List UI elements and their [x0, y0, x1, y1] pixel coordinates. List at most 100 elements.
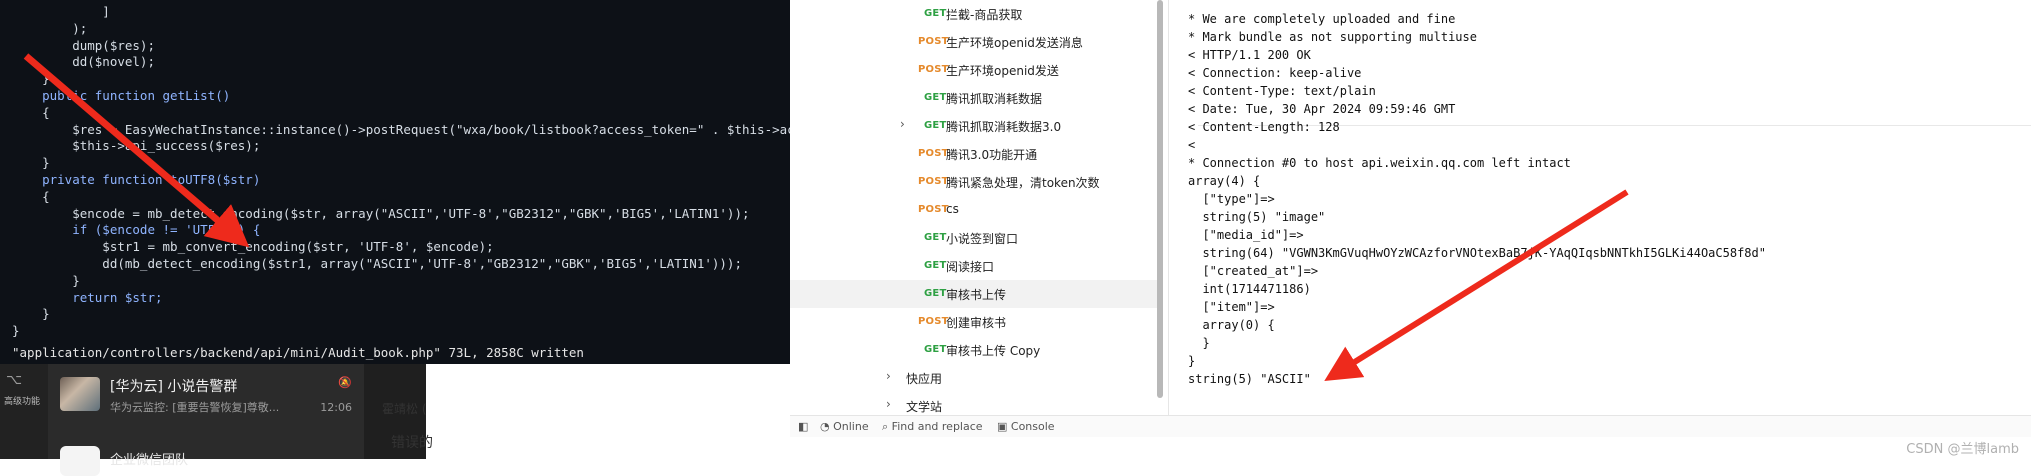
tree-item-label: 快应用: [906, 372, 943, 386]
chat-title: 霍靖松 (: [382, 402, 427, 416]
output-line: string(5) "image": [1188, 210, 1326, 224]
http-method-badge: GET: [924, 260, 947, 271]
panel-divider[interactable]: [1168, 0, 1169, 415]
chat-sidebar: ⌥ 高级功能: [0, 364, 48, 459]
tree-item[interactable]: POST 生产环境openid发送消息: [790, 28, 1160, 56]
sidebar-toggle-icon[interactable]: ◧: [798, 420, 808, 433]
output-line: < Connection: keep-alive: [1188, 66, 1362, 80]
output-line: < Content-Length: 128: [1188, 120, 1340, 134]
http-method-badge: GET: [924, 92, 947, 103]
tree-item-label: 阅读接口: [946, 260, 995, 274]
tree-item-label: cs: [946, 202, 959, 216]
output-line: ["media_id"]=>: [1188, 228, 1304, 242]
chevron-right-icon[interactable]: ›: [886, 369, 891, 383]
tree-item[interactable]: POST 腾讯紧急处理，清token次数: [790, 168, 1160, 196]
advanced-features-icon[interactable]: ⌥: [6, 372, 28, 388]
output-line: < Date: Tue, 30 Apr 2024 09:59:46 GMT: [1188, 102, 1456, 116]
tree-item[interactable]: POST 腾讯3.0功能开通: [790, 140, 1160, 168]
code-line: if ($encode != 'UTF-8') {: [12, 222, 261, 238]
code-line: }: [12, 272, 80, 288]
tree-item-label: 腾讯紧急处理，清token次数: [946, 176, 1100, 190]
tree-item-label: 腾讯3.0功能开通: [946, 148, 1038, 162]
tree-item-label: 审核书上传: [946, 288, 1007, 302]
desktop-background: [426, 364, 790, 459]
output-line: ["created_at"]=>: [1188, 264, 1319, 278]
code-line: $res = EasyWechatInstance::instance()->p…: [12, 121, 790, 137]
tree-item-label: 生产环境openid发送消息: [946, 36, 1083, 50]
team-avatar: [60, 446, 100, 476]
http-method-badge: POST: [918, 176, 949, 187]
mute-icon: 🔕: [338, 376, 352, 389]
output-line: }: [1188, 336, 1210, 350]
code-line: {: [12, 188, 50, 204]
chevron-right-icon[interactable]: ›: [886, 397, 891, 411]
code-line: }: [12, 306, 50, 322]
tree-item[interactable]: › GET 腾讯抓取消耗数据3.0: [790, 112, 1160, 140]
http-method-badge: POST: [918, 316, 949, 327]
console-button[interactable]: ▣ Console: [997, 420, 1055, 433]
output-line: < HTTP/1.1 200 OK: [1188, 48, 1311, 62]
http-method-badge: POST: [918, 36, 949, 47]
online-icon: ◔: [820, 420, 834, 433]
output-line: array(4) {: [1188, 174, 1261, 188]
chat-item[interactable]: [华为云] 小说告警群 华为云监控: [重要告警恢复]尊敬... 12:06 🔕: [48, 364, 364, 424]
output-line: ["item"]=>: [1188, 300, 1275, 314]
code-line: {: [12, 104, 50, 120]
group-avatar: [60, 377, 100, 411]
vim-status-line: "application/controllers/backend/api/min…: [12, 345, 584, 360]
chat-message-snippet: 错误的: [391, 435, 433, 451]
tree-item[interactable]: GET 小说签到窗口: [790, 224, 1160, 252]
tree-item[interactable]: POST 创建审核书: [790, 308, 1160, 336]
code-line: }: [12, 71, 50, 87]
output-line: array(0) {: [1188, 318, 1275, 332]
online-status[interactable]: ◔ Online: [820, 420, 869, 433]
tree-item-label: 审核书上传 Copy: [946, 344, 1041, 358]
http-method-badge: GET: [924, 120, 947, 131]
chat-preview: 华为云监控: [重要告警恢复]尊敬...: [110, 401, 280, 414]
chat-name: [华为云] 小说告警群: [110, 379, 238, 395]
tree-item[interactable]: POST 生产环境openid发送: [790, 56, 1160, 84]
tree-item[interactable]: GET 腾讯抓取消耗数据: [790, 84, 1160, 112]
response-output[interactable]: * We are completely uploaded and fine * M…: [1170, 0, 2031, 415]
tree-item-label: 文学站: [906, 400, 943, 414]
search-icon: ⌕: [882, 420, 892, 433]
tree-scrollbar[interactable]: [1157, 0, 1163, 398]
chat-list: [华为云] 小说告警群 华为云监控: [重要告警恢复]尊敬... 12:06 🔕…: [48, 364, 364, 476]
code-line: dump($res);: [12, 37, 155, 53]
tree-item-label: 腾讯抓取消耗数据: [946, 92, 1043, 106]
console-icon: ▣: [997, 420, 1011, 433]
tree-item[interactable]: GET 拦截-商品获取: [790, 0, 1160, 28]
tree-item[interactable]: › 快应用: [790, 364, 1160, 392]
tree-item[interactable]: POST cs: [790, 196, 1160, 224]
find-replace-button[interactable]: ⌕ Find and replace: [882, 420, 983, 434]
http-method-badge: GET: [924, 232, 947, 243]
tree-item-label: 生产环境openid发送: [946, 64, 1059, 78]
window-bottom: [790, 437, 2031, 459]
output-line: ["type"]=>: [1188, 192, 1275, 206]
http-method-badge: GET: [924, 344, 947, 355]
tree-item-label: 腾讯抓取消耗数据3.0: [946, 120, 1062, 134]
tree-item[interactable]: GET 审核书上传 Copy: [790, 336, 1160, 364]
output-line: string(64) "VGWN3KmGVuqHwOYzWCAzforVNOte…: [1188, 246, 1766, 260]
tree-item-label: 小说签到窗口: [946, 232, 1019, 246]
code-line: dd(mb_detect_encoding($str1, array("ASCI…: [12, 256, 742, 271]
output-line: <: [1188, 138, 1196, 152]
code-line: private function toUTF8($str): [12, 172, 261, 187]
http-method-badge: GET: [924, 8, 947, 19]
code-line: );: [12, 20, 88, 36]
chevron-right-icon[interactable]: ›: [900, 117, 905, 131]
tree-item[interactable]: GET 审核书上传: [790, 280, 1160, 308]
output-line: < Content-Type: text/plain: [1188, 84, 1376, 98]
output-line: * We are completely uploaded and fine: [1188, 12, 1456, 26]
output-line: string(5) "ASCII": [1188, 372, 1311, 386]
api-client-window: GET 拦截-商品获取 POST 生产环境openid发送消息 POST 生产环境open…: [790, 0, 2031, 459]
output-line: int(1714471186): [1188, 282, 1311, 296]
code-line: $str1 = mb_convert_encoding($str, 'UTF-8…: [12, 239, 494, 255]
code-line: }: [12, 155, 50, 171]
tree-item-label: 拦截-商品获取: [946, 8, 1023, 22]
output-line: * Mark bundle as not supporting multiuse: [1188, 30, 1477, 44]
code-line: public function getList(): [12, 88, 231, 103]
tree-item-label: 创建审核书: [946, 316, 1007, 330]
tree-item[interactable]: GET 阅读接口: [790, 252, 1160, 280]
code-editor[interactable]: ] ); dump($res); dd($novel); } public fu…: [0, 0, 790, 364]
